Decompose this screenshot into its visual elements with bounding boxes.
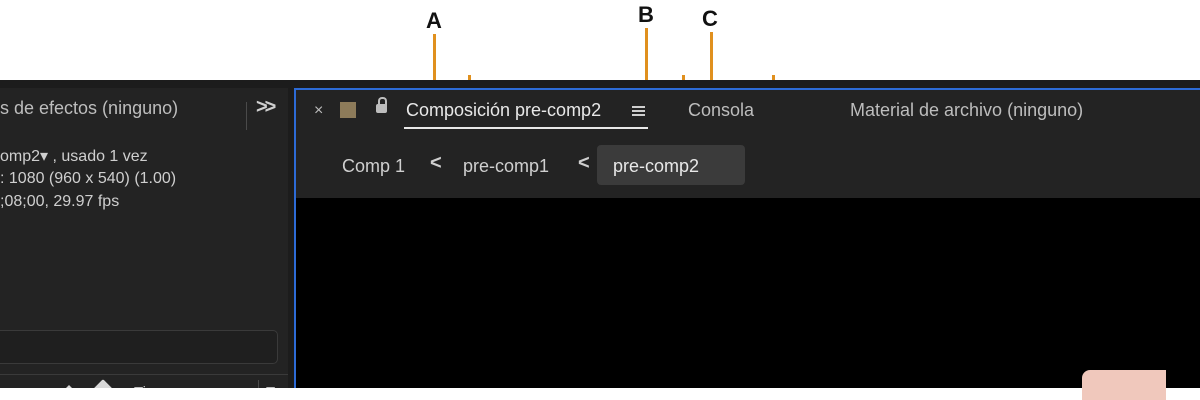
active-tab-underline [404, 127, 648, 129]
breadcrumb-pre-comp2-label: pre-comp2 [613, 156, 700, 176]
breadcrumb-pre-comp2-active[interactable]: pre-comp2 [597, 145, 745, 185]
project-search-input[interactable] [0, 330, 278, 364]
chevron-left-icon: < [578, 152, 590, 174]
comp-usage-info: omp2▾ , usado 1 vez [0, 148, 148, 165]
tab-console[interactable]: Consola [688, 100, 754, 121]
double-chevron-right-icon[interactable]: >> [256, 96, 276, 119]
column-size[interactable]: Ta [266, 384, 282, 388]
close-icon[interactable]: × [314, 102, 323, 120]
project-panel: s de efectos (ninguno) >> omp2▾ , usado … [0, 88, 288, 388]
breadcrumb-comp-1[interactable]: Comp 1 [342, 156, 405, 177]
lock-icon[interactable] [376, 97, 387, 113]
tab-footage[interactable]: Material de archivo (ninguno) [850, 100, 1083, 121]
comp-duration-info: ;08;00, 29.97 fps [0, 193, 120, 210]
label-color-swatch[interactable] [340, 102, 356, 118]
callout-label-a: A [426, 8, 442, 33]
composition-panel: × Composición pre-comp2 Consola Material… [294, 88, 1200, 400]
panel-menu-icon[interactable] [632, 106, 645, 116]
comp-resolution-info: : 1080 (960 x 540) (1.00) [0, 170, 177, 187]
callout-label-b: B [638, 2, 654, 27]
tab-composition-pre-comp2[interactable]: Composición pre-comp2 [406, 100, 601, 121]
callout-label-c: C [702, 6, 718, 31]
app-window: s de efectos (ninguno) >> omp2▾ , usado … [0, 80, 1200, 400]
effects-controls-title: s de efectos (ninguno) [0, 98, 179, 118]
column-divider [258, 380, 259, 388]
layer-shape[interactable] [1082, 370, 1166, 400]
column-type[interactable]: Tipo [134, 384, 163, 388]
breadcrumb-pre-comp1[interactable]: pre-comp1 [463, 156, 549, 177]
panel-divider [246, 102, 247, 130]
chevron-left-icon: < [430, 152, 442, 174]
composition-viewer[interactable] [296, 198, 1200, 400]
